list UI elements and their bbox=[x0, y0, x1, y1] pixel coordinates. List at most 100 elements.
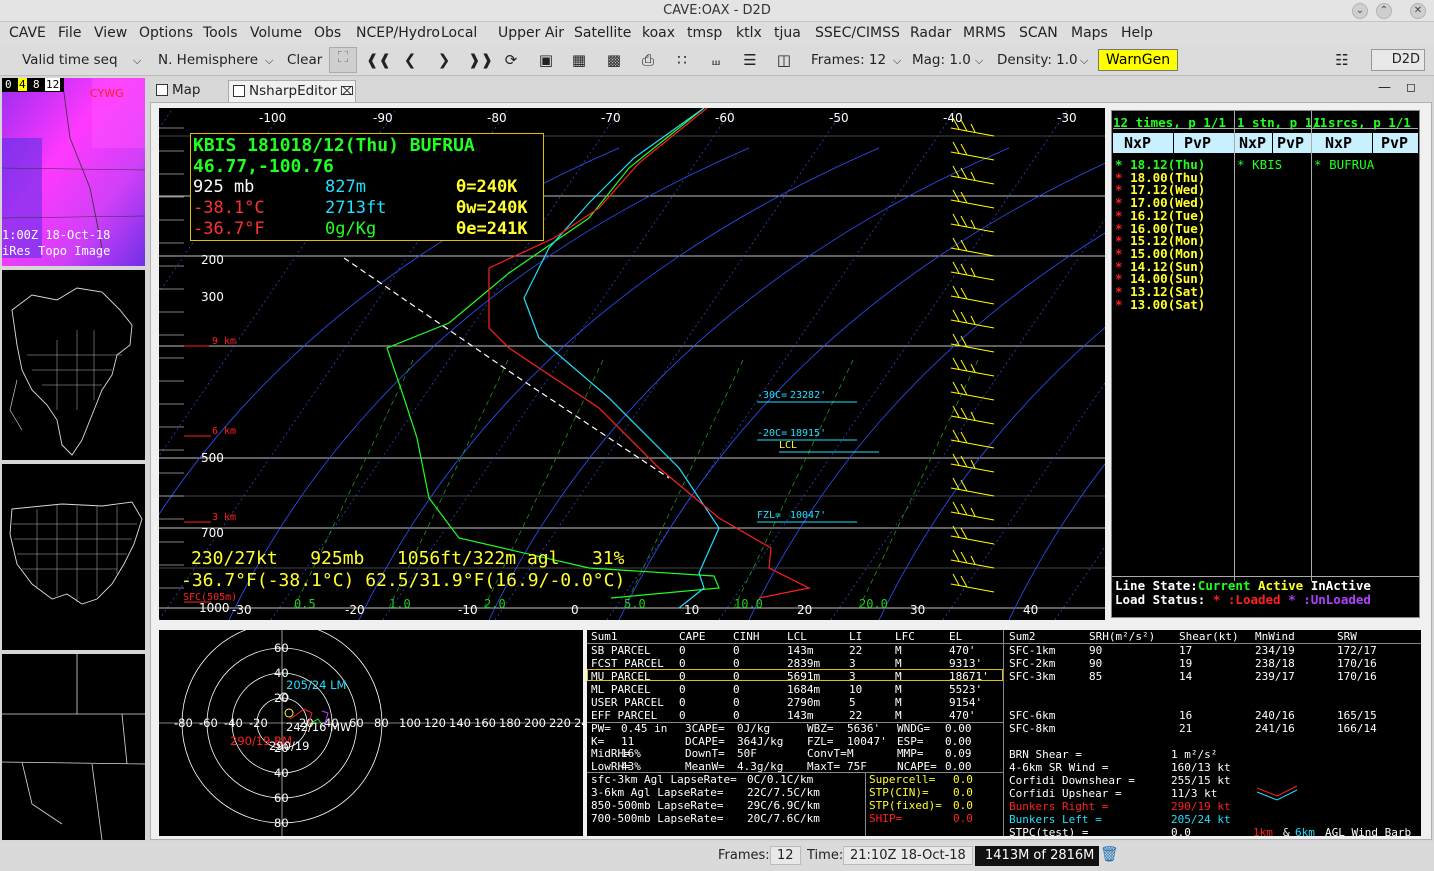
menu-ncep-hydro[interactable]: NCEP/Hydro bbox=[356, 25, 440, 41]
hodo-axis-label: 200 bbox=[524, 716, 546, 730]
station-item[interactable]: * KBIS bbox=[1237, 157, 1282, 172]
tab-nsharp-editor[interactable]: NsharpEditor ⌧ bbox=[228, 80, 356, 102]
sum1-param: 4.3g/kg bbox=[737, 759, 784, 773]
first-frame-icon[interactable]: ❰❰ bbox=[366, 51, 391, 69]
hodo-axis-label: 120 bbox=[424, 716, 446, 730]
menu-options[interactable]: Options bbox=[139, 25, 193, 41]
open-perspective-icon[interactable]: ☷ bbox=[1332, 51, 1352, 69]
minimize-view-icon[interactable]: — bbox=[1378, 80, 1391, 95]
menu-tools[interactable]: Tools bbox=[203, 25, 238, 41]
isotherm-line bbox=[718, 108, 1070, 620]
last-frame-icon[interactable]: ❱❱ bbox=[468, 51, 493, 69]
menu-view[interactable]: View bbox=[94, 25, 127, 41]
src-next-page-button[interactable]: NxP bbox=[1325, 134, 1352, 152]
next-frame-icon[interactable]: ❯ bbox=[434, 51, 454, 69]
print-icon[interactable]: ⎙ bbox=[638, 51, 658, 69]
sum1-cell: USER PARCEL bbox=[591, 696, 664, 709]
points-icon[interactable]: ∷ bbox=[672, 51, 692, 69]
hodograph-panel[interactable]: -80 -60 -40 -20 20 40 60 80 100 120 140 160 180 200 22… bbox=[159, 630, 583, 836]
menu-ssec-cimss[interactable]: SSEC/CIMSS bbox=[815, 25, 900, 41]
d2d-perspective-button[interactable]: D2D bbox=[1371, 49, 1425, 71]
sum2-cell: 90 bbox=[1089, 657, 1103, 670]
top-temp-tick: -50 bbox=[829, 111, 849, 125]
maximize-view-icon[interactable]: ◻ bbox=[1406, 80, 1416, 94]
chevron-down-icon[interactable]: ⌵ bbox=[1080, 54, 1088, 68]
bottom-temp-tick: 40 bbox=[1023, 603, 1038, 617]
sum1-cell: 0 bbox=[679, 644, 686, 657]
panel-layout-icon[interactable]: ◫ bbox=[774, 51, 794, 69]
mean-wind-label: 242/16 MW bbox=[286, 720, 351, 734]
thumbnail-conus[interactable] bbox=[2, 464, 145, 650]
valid-time-dropdown[interactable]: Valid time seq bbox=[22, 52, 118, 68]
km-label: 6 km bbox=[212, 426, 236, 437]
chevron-down-icon[interactable]: ⌵ bbox=[893, 54, 901, 68]
thumbnail-satellite[interactable]: 0 4 8 12 CYWG 1:00Z 18-Oct-18 iRes Topo … bbox=[2, 78, 145, 266]
dry-adiabat-line bbox=[748, 232, 1105, 620]
hodo-axis-label: -80 bbox=[174, 716, 193, 730]
chevron-down-icon[interactable]: ⌵ bbox=[133, 54, 141, 68]
bottom-temp-tick: 10 bbox=[684, 603, 699, 617]
time-item[interactable]: * 13.00(Sat) bbox=[1115, 297, 1205, 312]
menu-maps[interactable]: Maps bbox=[1071, 25, 1108, 41]
sum2-header: Sum2 bbox=[1009, 630, 1036, 643]
previous-frame-icon[interactable]: ❮ bbox=[400, 51, 420, 69]
times-prev-page-button[interactable]: PvP bbox=[1184, 134, 1211, 152]
menu-koax[interactable]: koax bbox=[642, 25, 675, 41]
menu-radar[interactable]: Radar bbox=[910, 25, 951, 41]
baselines-icon[interactable]: ⧢ bbox=[706, 51, 726, 69]
minimize-icon[interactable]: ⌄ bbox=[1352, 3, 1368, 19]
image-properties-icon[interactable]: ▣ bbox=[536, 51, 556, 69]
composite-index: 0.0 bbox=[953, 799, 973, 812]
cursor-thetaw: θw=240K bbox=[456, 198, 528, 218]
trash-icon[interactable]: 🗑 bbox=[1100, 845, 1119, 865]
sum1-cell: 2790m bbox=[787, 696, 821, 709]
color-map-icon[interactable]: ▦ bbox=[569, 51, 589, 69]
menu-cave[interactable]: CAVE bbox=[9, 25, 46, 41]
source-item[interactable]: * BUFRUA bbox=[1314, 157, 1374, 172]
menu-scan[interactable]: SCAN bbox=[1019, 25, 1058, 41]
product-browser-icon[interactable]: ▩ bbox=[604, 51, 624, 69]
thumbnail-north-america[interactable] bbox=[2, 270, 145, 460]
fullscreen-icon[interactable]: ⛶ bbox=[329, 47, 357, 73]
wind-barb bbox=[950, 381, 995, 401]
menu-satellite[interactable]: Satellite bbox=[574, 25, 631, 41]
close-tab-icon[interactable]: ⌧ bbox=[340, 81, 354, 101]
times-next-page-button[interactable]: NxP bbox=[1124, 134, 1151, 152]
sum2-cell: 240/16 bbox=[1255, 709, 1295, 722]
menu-local[interactable]: Local bbox=[441, 25, 477, 41]
loop-icon[interactable]: ⟳ bbox=[501, 51, 521, 69]
src-prev-page-button[interactable]: PvP bbox=[1381, 134, 1408, 152]
editor-tab-bar: Map NsharpEditor ⌧ — ◻ bbox=[150, 78, 1432, 102]
sum1-cell: 0 bbox=[733, 683, 740, 696]
mix-label: 0.5 bbox=[294, 597, 316, 611]
menu-volume[interactable]: Volume bbox=[250, 25, 302, 41]
menu-obs[interactable]: Obs bbox=[314, 25, 341, 41]
close-icon[interactable]: ✕ bbox=[1410, 3, 1426, 19]
sum1-cell: 2839m bbox=[787, 657, 821, 670]
regional-map bbox=[2, 654, 145, 840]
sum1-param: 0.00 bbox=[945, 734, 972, 748]
menu-tjua[interactable]: tjua bbox=[774, 25, 801, 41]
thumbnail-regional[interactable] bbox=[2, 654, 145, 840]
menu-help[interactable]: Help bbox=[1121, 25, 1153, 41]
tab-map[interactable]: Map bbox=[152, 80, 226, 102]
chevron-down-icon[interactable]: ⌵ bbox=[975, 54, 983, 68]
list-icon[interactable]: ☰ bbox=[740, 51, 760, 69]
skewt-panel[interactable]: 0.5 1.0 2.0 5.0 10.0 20.0 -100 -90 -80 -70 -60 -50-… bbox=[159, 108, 1105, 620]
menu-mrms[interactable]: MRMS bbox=[963, 25, 1006, 41]
warngen-button[interactable]: WarnGen bbox=[1098, 49, 1178, 71]
menu-ktlx[interactable]: ktlx bbox=[736, 25, 762, 41]
hodo-ring-label: 60 bbox=[274, 791, 289, 805]
clear-button[interactable]: Clear bbox=[287, 52, 322, 68]
menu-file[interactable]: File bbox=[58, 25, 81, 41]
menu-tmsp[interactable]: tmsp bbox=[687, 25, 722, 41]
frames-dropdown[interactable]: Frames: 12 bbox=[811, 52, 886, 68]
projection-dropdown[interactable]: N. Hemisphere bbox=[158, 52, 258, 68]
chevron-down-icon[interactable]: ⌵ bbox=[265, 54, 273, 68]
stn-next-page-button[interactable]: NxP bbox=[1239, 134, 1266, 152]
menu-upper-air[interactable]: Upper Air bbox=[498, 25, 564, 41]
maximize-icon[interactable]: ⌃ bbox=[1376, 3, 1392, 19]
mag-dropdown[interactable]: Mag: 1.0 bbox=[912, 52, 971, 68]
stn-prev-page-button[interactable]: PvP bbox=[1277, 134, 1304, 152]
density-dropdown[interactable]: Density: 1.0 bbox=[997, 52, 1078, 68]
